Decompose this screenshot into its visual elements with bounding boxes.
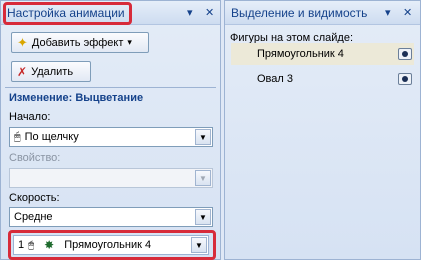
- selection-visibility-pane: Выделение и видимость ▾ ✕ Фигуры на этом…: [224, 0, 421, 260]
- property-select: ▼: [9, 168, 213, 188]
- delete-label: Удалить: [31, 65, 74, 78]
- mouse-click-icon: 🖱: [14, 130, 21, 143]
- dropdown-arrow-icon[interactable]: ▼: [195, 129, 211, 145]
- shape-row[interactable]: Овал 3: [231, 68, 414, 90]
- shape-row[interactable]: Прямоугольник 4: [231, 43, 414, 65]
- property-label: Свойство:: [9, 152, 61, 164]
- selection-pane-titlebar: Выделение и видимость ▾ ✕: [225, 1, 420, 25]
- custom-animation-pane: Настройка анимации ▾ ✕ ✦ Добавить эффект…: [0, 0, 221, 260]
- selection-pane-title: Выделение и видимость: [231, 6, 368, 20]
- eye-icon[interactable]: [398, 48, 412, 60]
- pane-menu-dropdown-icon[interactable]: ▾: [385, 6, 391, 19]
- change-heading: Изменение: Выцветание: [9, 92, 144, 104]
- chevron-down-icon: ▾: [127, 37, 132, 47]
- close-icon[interactable]: ✕: [403, 6, 412, 19]
- star-icon: ✦: [17, 34, 28, 50]
- title-highlight-frame: [3, 2, 132, 25]
- speed-select[interactable]: Средне ▼: [9, 207, 213, 227]
- delete-icon: ✗: [17, 64, 28, 79]
- dropdown-arrow-icon: ▼: [195, 170, 211, 186]
- dropdown-arrow-icon[interactable]: ▼: [195, 209, 211, 225]
- start-select[interactable]: 🖱 По щелчку ▼: [9, 127, 213, 147]
- delete-button[interactable]: ✗ Удалить: [11, 61, 91, 82]
- add-effect-label: Добавить эффект: [31, 36, 124, 49]
- eye-icon[interactable]: [398, 73, 412, 85]
- start-label: Начало:: [9, 111, 51, 123]
- shape-name: Овал 3: [257, 73, 293, 85]
- start-value: По щелчку: [24, 131, 79, 143]
- add-effect-button[interactable]: ✦ Добавить эффект ▾: [11, 32, 149, 53]
- list-item-highlight-frame: [8, 230, 216, 260]
- divider: [5, 87, 216, 88]
- close-icon[interactable]: ✕: [205, 6, 214, 19]
- pane-menu-dropdown-icon[interactable]: ▾: [187, 6, 193, 19]
- shape-name: Прямоугольник 4: [257, 48, 344, 60]
- speed-value: Средне: [14, 211, 53, 223]
- speed-label: Скорость:: [9, 192, 60, 204]
